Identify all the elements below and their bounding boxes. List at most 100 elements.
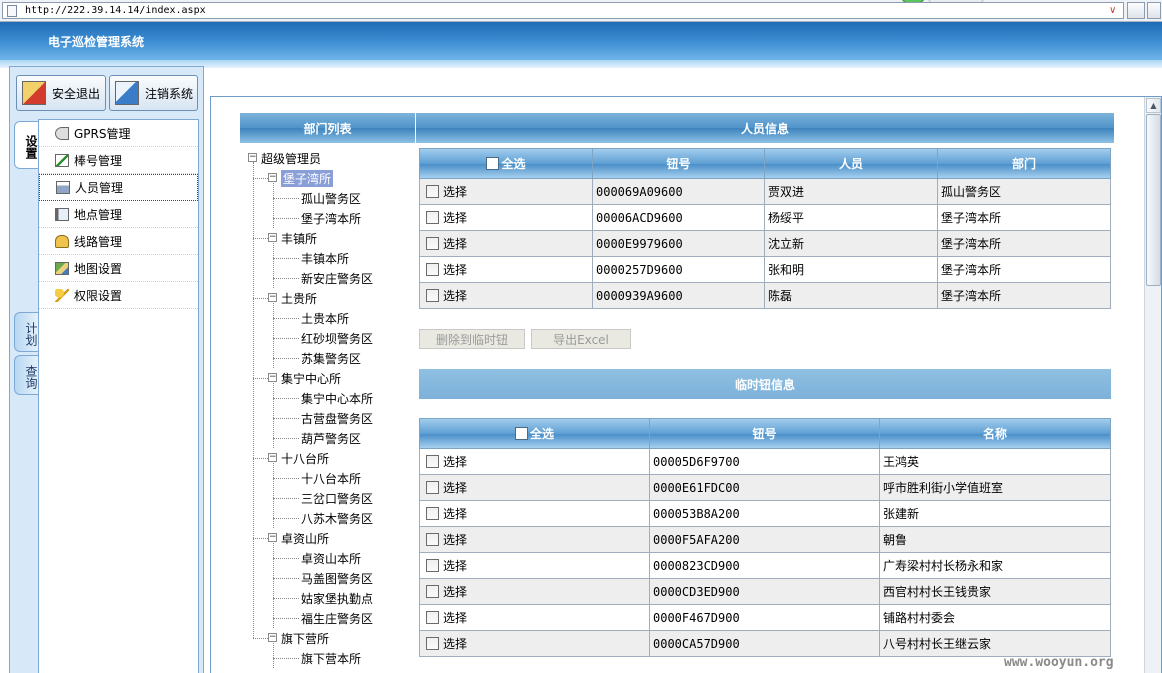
tree-leaf[interactable]: 八苏木警务区 — [301, 510, 373, 527]
table-row: 选择 0000F5AFA200 朝鲁 — [419, 526, 1111, 553]
tree-group[interactable]: 集宁中心所 — [281, 370, 341, 387]
menu-item-gprs[interactable]: GPRS管理 — [39, 120, 198, 147]
table-row: 选择 000069A09600 贾双进 孤山警务区 — [419, 178, 1111, 205]
code-cell: 0000257D9600 — [592, 256, 765, 283]
safe-exit-button[interactable]: 安全退出 — [16, 75, 106, 111]
tree-leaf[interactable]: 姑家堡执勤点 — [301, 590, 373, 607]
row-checkbox[interactable] — [426, 455, 439, 468]
tab-plan[interactable]: 计划 — [14, 312, 38, 352]
delete-to-temp-button[interactable]: 删除到临时钮 — [419, 329, 525, 349]
tree-group[interactable]: 十八台所 — [281, 450, 329, 467]
tree-group[interactable]: 丰镇所 — [281, 230, 317, 247]
tree-leaf[interactable]: 十八台本所 — [301, 470, 361, 487]
scroll-up-icon[interactable]: ▲ — [1146, 98, 1161, 113]
select-cell[interactable]: 选择 — [419, 604, 650, 631]
tree-group[interactable]: 土贵所 — [281, 290, 317, 307]
tree-leaf[interactable]: 孤山警务区 — [301, 190, 361, 207]
select-all-header[interactable]: 全选 — [419, 418, 650, 449]
select-cell[interactable]: 选择 — [419, 282, 593, 309]
tree-leaf[interactable]: 旗下营本所 — [301, 650, 361, 667]
tree-toggle-icon[interactable]: − — [268, 633, 277, 642]
select-all-checkbox[interactable] — [514, 427, 528, 440]
select-all-header[interactable]: 全选 — [419, 148, 593, 179]
app-header: 电子巡检管理系统 — [0, 22, 1162, 60]
tab-settings[interactable]: 设置 — [14, 121, 38, 169]
select-cell[interactable]: 选择 — [419, 500, 650, 527]
row-checkbox[interactable] — [426, 585, 439, 598]
tree-leaf[interactable]: 土贵本所 — [301, 310, 349, 327]
export-excel-button[interactable]: 导出Excel — [531, 329, 631, 349]
tree-leaf[interactable]: 堡子湾本所 — [301, 210, 361, 227]
menu-item-person[interactable]: 人员管理 — [39, 174, 198, 201]
tree-leaf[interactable]: 古营盘警务区 — [301, 410, 373, 427]
code-cell: 0000CD3ED900 — [649, 578, 880, 605]
dropdown-arrow-icon[interactable]: ∨ — [1109, 5, 1116, 16]
row-checkbox[interactable] — [426, 637, 439, 650]
select-cell[interactable]: 选择 — [419, 474, 650, 501]
tree-leaf[interactable]: 集宁中心本所 — [301, 390, 373, 407]
tree-group[interactable]: 卓资山所 — [281, 530, 329, 547]
tree-toggle-icon[interactable]: − — [268, 373, 277, 382]
tree-leaf[interactable]: 丰镇本所 — [301, 250, 349, 267]
select-cell[interactable]: 选择 — [419, 552, 650, 579]
tree-leaf[interactable]: 福生庄警务区 — [301, 610, 373, 627]
select-cell[interactable]: 选择 — [419, 256, 593, 283]
row-checkbox[interactable] — [426, 211, 439, 224]
row-checkbox[interactable] — [426, 481, 439, 494]
row-checkbox[interactable] — [426, 237, 439, 250]
toolbar-button[interactable] — [1147, 2, 1161, 19]
tree-toggle-icon[interactable]: − — [268, 533, 277, 542]
select-cell[interactable]: 选择 — [419, 578, 650, 605]
tree-toggle-icon[interactable]: − — [248, 153, 257, 162]
code-cell: 0000F467D900 — [649, 604, 880, 631]
select-cell[interactable]: 选择 — [419, 448, 650, 475]
select-cell[interactable]: 选择 — [419, 204, 593, 231]
row-checkbox[interactable] — [426, 559, 439, 572]
url-field[interactable]: http://222.39.14.14/index.aspx ∨ — [2, 2, 1124, 19]
tree-leaf[interactable]: 葫芦警务区 — [301, 430, 361, 447]
tree-leaf[interactable]: 苏集警务区 — [301, 350, 361, 367]
exit-icon — [22, 81, 46, 105]
vertical-scrollbar[interactable]: ▲ — [1144, 97, 1161, 673]
tree-toggle-icon[interactable]: − — [268, 453, 277, 462]
tree-group[interactable]: 旗下营所 — [281, 630, 329, 647]
tree-group[interactable]: 堡子湾所 — [281, 170, 334, 187]
menu-item-place[interactable]: 地点管理 — [39, 201, 198, 228]
tree-toggle-icon[interactable]: − — [268, 173, 277, 182]
tab-query[interactable]: 查询 — [14, 355, 38, 395]
menu-item-route[interactable]: 线路管理 — [39, 228, 198, 255]
row-checkbox[interactable] — [426, 185, 439, 198]
row-checkbox[interactable] — [426, 507, 439, 520]
go-button[interactable] — [1127, 2, 1145, 19]
scroll-thumb[interactable] — [1146, 114, 1161, 286]
dept-panel-header: 部门列表 — [240, 113, 415, 143]
select-cell[interactable]: 选择 — [419, 630, 650, 657]
tree-connector — [273, 278, 299, 279]
logoff-button[interactable]: 注销系统 — [109, 75, 198, 111]
tree-toggle-icon[interactable]: − — [268, 293, 277, 302]
row-checkbox[interactable] — [426, 533, 439, 546]
tree-leaf[interactable]: 三岔口警务区 — [301, 490, 373, 507]
table-row: 选择 00006ACD9600 杨绥平 堡子湾本所 — [419, 204, 1111, 231]
url-text: http://222.39.14.14/index.aspx — [25, 5, 206, 16]
select-cell[interactable]: 选择 — [419, 526, 650, 553]
tree-root[interactable]: 超级管理员 — [261, 150, 321, 167]
menu-item-stick[interactable]: 棒号管理 — [39, 147, 198, 174]
select-cell[interactable]: 选择 — [419, 178, 593, 205]
name-cell: 铺路村村委会 — [879, 604, 1111, 631]
menu-item-map[interactable]: 地图设置 — [39, 255, 198, 282]
menu-item-permission[interactable]: 权限设置 — [39, 282, 198, 309]
select-cell[interactable]: 选择 — [419, 230, 593, 257]
tree-leaf[interactable]: 红砂坝警务区 — [301, 330, 373, 347]
row-checkbox[interactable] — [426, 289, 439, 302]
tree-leaf[interactable]: 卓资山本所 — [301, 550, 361, 567]
select-label: 选择 — [443, 481, 468, 495]
tree-leaf[interactable]: 新安庄警务区 — [301, 270, 373, 287]
tree-connector — [253, 538, 268, 539]
tree-toggle-icon[interactable]: − — [268, 233, 277, 242]
row-checkbox[interactable] — [426, 263, 439, 276]
select-all-checkbox[interactable] — [486, 157, 500, 170]
row-checkbox[interactable] — [426, 611, 439, 624]
name-cell: 西官村村长王钱贵家 — [879, 578, 1111, 605]
tree-leaf[interactable]: 马盖图警务区 — [301, 570, 373, 587]
